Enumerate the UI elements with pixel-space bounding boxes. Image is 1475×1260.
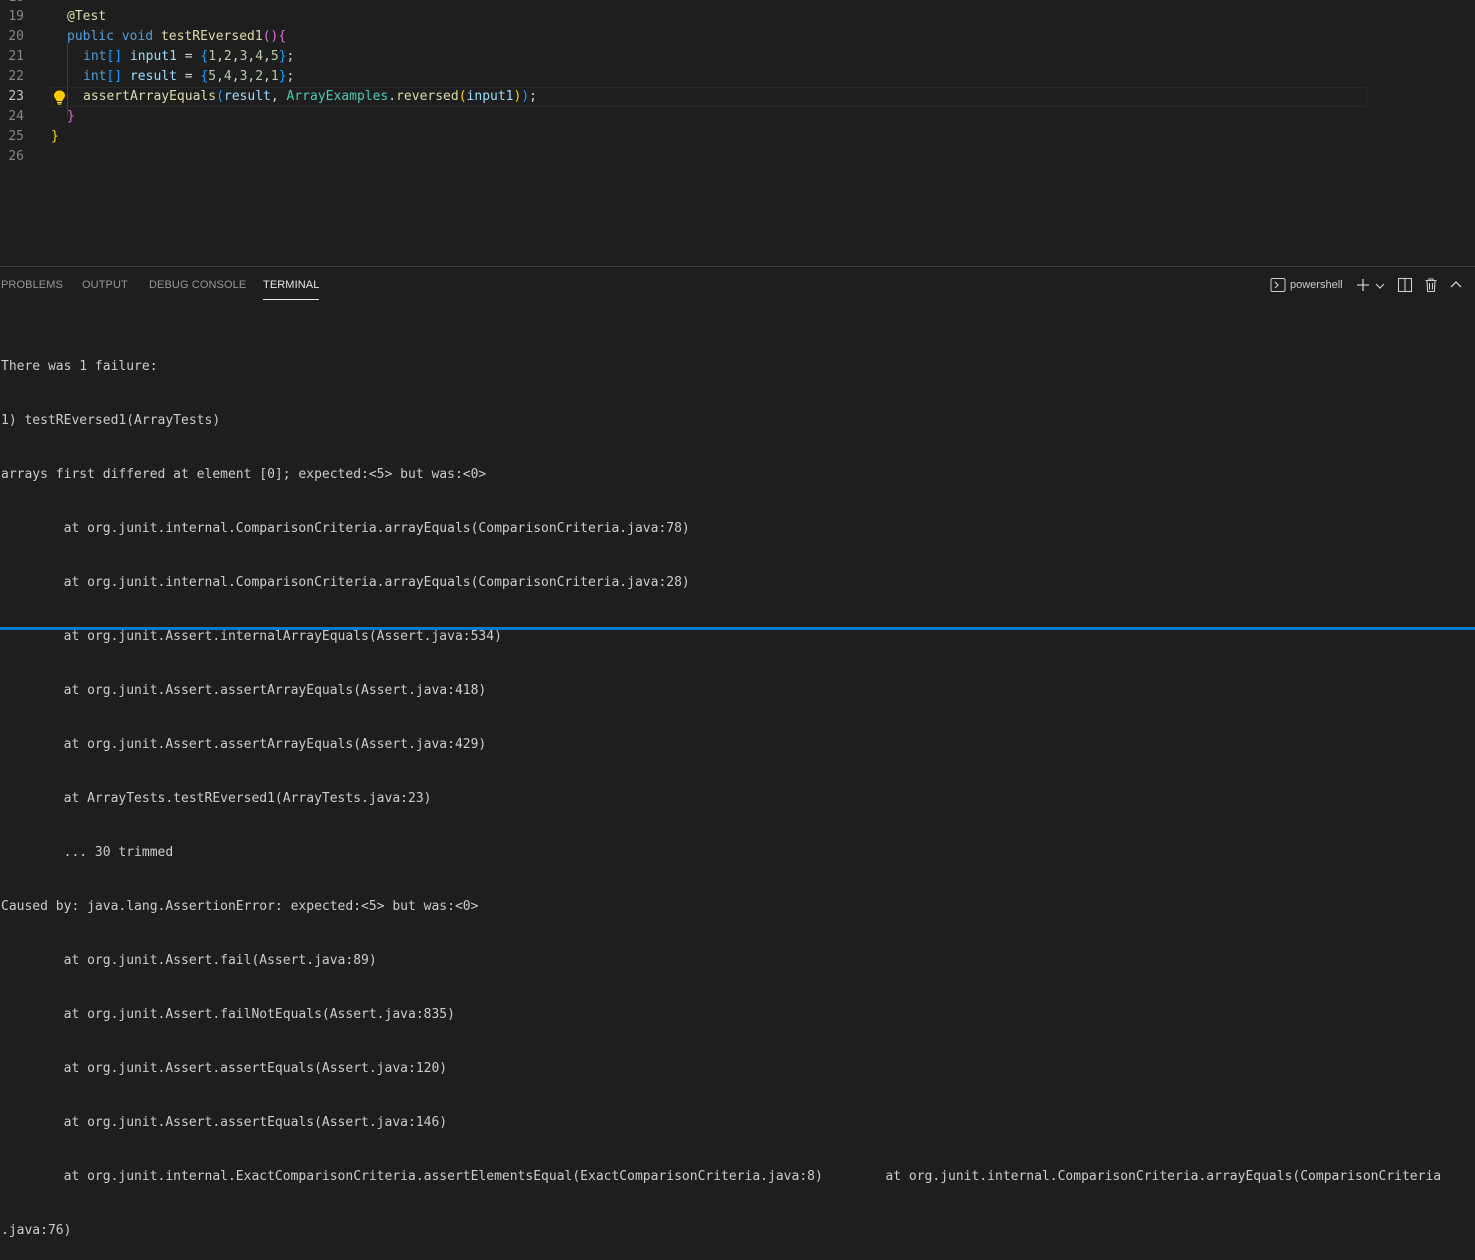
terminal-line: ... 30 trimmed — [1, 845, 174, 860]
line-number: 25 — [8, 129, 24, 144]
terminal-name[interactable]: powershell — [1290, 279, 1343, 291]
panel-tabs: PROBLEMS OUTPUT DEBUG CONSOLE TERMINAL — [0, 267, 1000, 303]
code-line[interactable]: 21 int[] input1 = {1,2,3,4,5}; — [0, 47, 1475, 67]
annotation: @Test — [67, 9, 107, 24]
terminal-line: at org.junit.internal.ComparisonCriteria… — [1, 521, 690, 536]
split-terminal-icon[interactable] — [1397, 277, 1413, 298]
code-line[interactable]: 24 } — [0, 107, 1475, 127]
line-number: 20 — [8, 29, 24, 44]
tab-problems[interactable]: PROBLEMS — [1, 279, 63, 291]
chevron-down-icon[interactable] — [1374, 279, 1386, 297]
type-keyword: int — [83, 49, 107, 64]
terminal-line: at org.junit.Assert.assertArrayEquals(As… — [1, 683, 487, 698]
terminal-line: There was 1 failure: — [1, 359, 158, 374]
terminal-icon[interactable] — [1270, 277, 1286, 298]
line-number: 22 — [8, 69, 24, 84]
code-line[interactable]: 26 — [0, 147, 1475, 167]
class-name: ArrayExamples — [286, 89, 389, 104]
type-keyword: int — [83, 69, 107, 84]
code-line[interactable]: 25 } — [0, 127, 1475, 147]
variable: input1 — [129, 49, 177, 64]
bottom-panel: PROBLEMS OUTPUT DEBUG CONSOLE TERMINAL p… — [0, 266, 1475, 1238]
terminal-line: Caused by: java.lang.AssertionError: exp… — [1, 899, 479, 914]
terminal-output[interactable]: There was 1 failure: 1) testREversed1(Ar… — [1, 322, 1475, 1260]
terminal-line: at org.junit.internal.ComparisonCriteria… — [1, 575, 690, 590]
tab-output[interactable]: OUTPUT — [82, 279, 128, 291]
terminal-line: at org.junit.Assert.assertEquals(Assert.… — [1, 1115, 448, 1130]
terminal-line: at org.junit.Assert.failNotEquals(Assert… — [1, 1007, 455, 1022]
code-line[interactable]: 19 @Test — [0, 7, 1475, 27]
line-number: 21 — [8, 49, 24, 64]
line-number: 24 — [8, 109, 24, 124]
trash-icon[interactable] — [1423, 277, 1439, 298]
terminal-line: at org.junit.Assert.internalArrayEquals(… — [1, 629, 502, 644]
code-line[interactable]: 22 int[] result = {5,4,3,2,1}; — [0, 67, 1475, 87]
variable: result — [129, 69, 177, 84]
method-name: testREversed1 — [160, 29, 263, 44]
line-number: 23 — [8, 89, 24, 104]
terminal-line: 1) testREversed1(ArrayTests) — [1, 413, 221, 428]
terminal-line: at ArrayTests.testREversed1(ArrayTests.j… — [1, 791, 432, 806]
terminal-line: at org.junit.internal.ExactComparisonCri… — [1, 1169, 1442, 1184]
terminal-line: arrays first differed at element [0]; ex… — [1, 467, 487, 482]
current-code-line[interactable]: 23 assertArrayEquals(result, ArrayExampl… — [0, 87, 1475, 107]
terminal-line: at org.junit.Assert.assertEquals(Assert.… — [1, 1061, 448, 1076]
terminal-line: at org.junit.Assert.fail(Assert.java:89) — [1, 953, 377, 968]
code-line[interactable]: 20 public void testREversed1(){ — [0, 27, 1475, 47]
function-call: assertArrayEquals — [83, 89, 217, 104]
maximize-panel-icon[interactable] — [1449, 278, 1463, 297]
tab-debug-console[interactable]: DEBUG CONSOLE — [149, 279, 246, 291]
code-editor[interactable]: 18 19 @Test 20 public void testREversed1… — [0, 0, 1475, 266]
keyword: public — [67, 29, 114, 44]
terminal-line: .java:76) — [1, 1223, 72, 1238]
line-number: 26 — [8, 149, 24, 164]
tab-terminal[interactable]: TERMINAL — [263, 279, 320, 300]
keyword: void — [121, 29, 154, 44]
terminal-line: at org.junit.Assert.assertArrayEquals(As… — [1, 737, 487, 752]
function-call: reversed — [396, 89, 459, 104]
add-terminal-icon[interactable] — [1355, 277, 1371, 298]
line-number: 19 — [8, 9, 24, 24]
